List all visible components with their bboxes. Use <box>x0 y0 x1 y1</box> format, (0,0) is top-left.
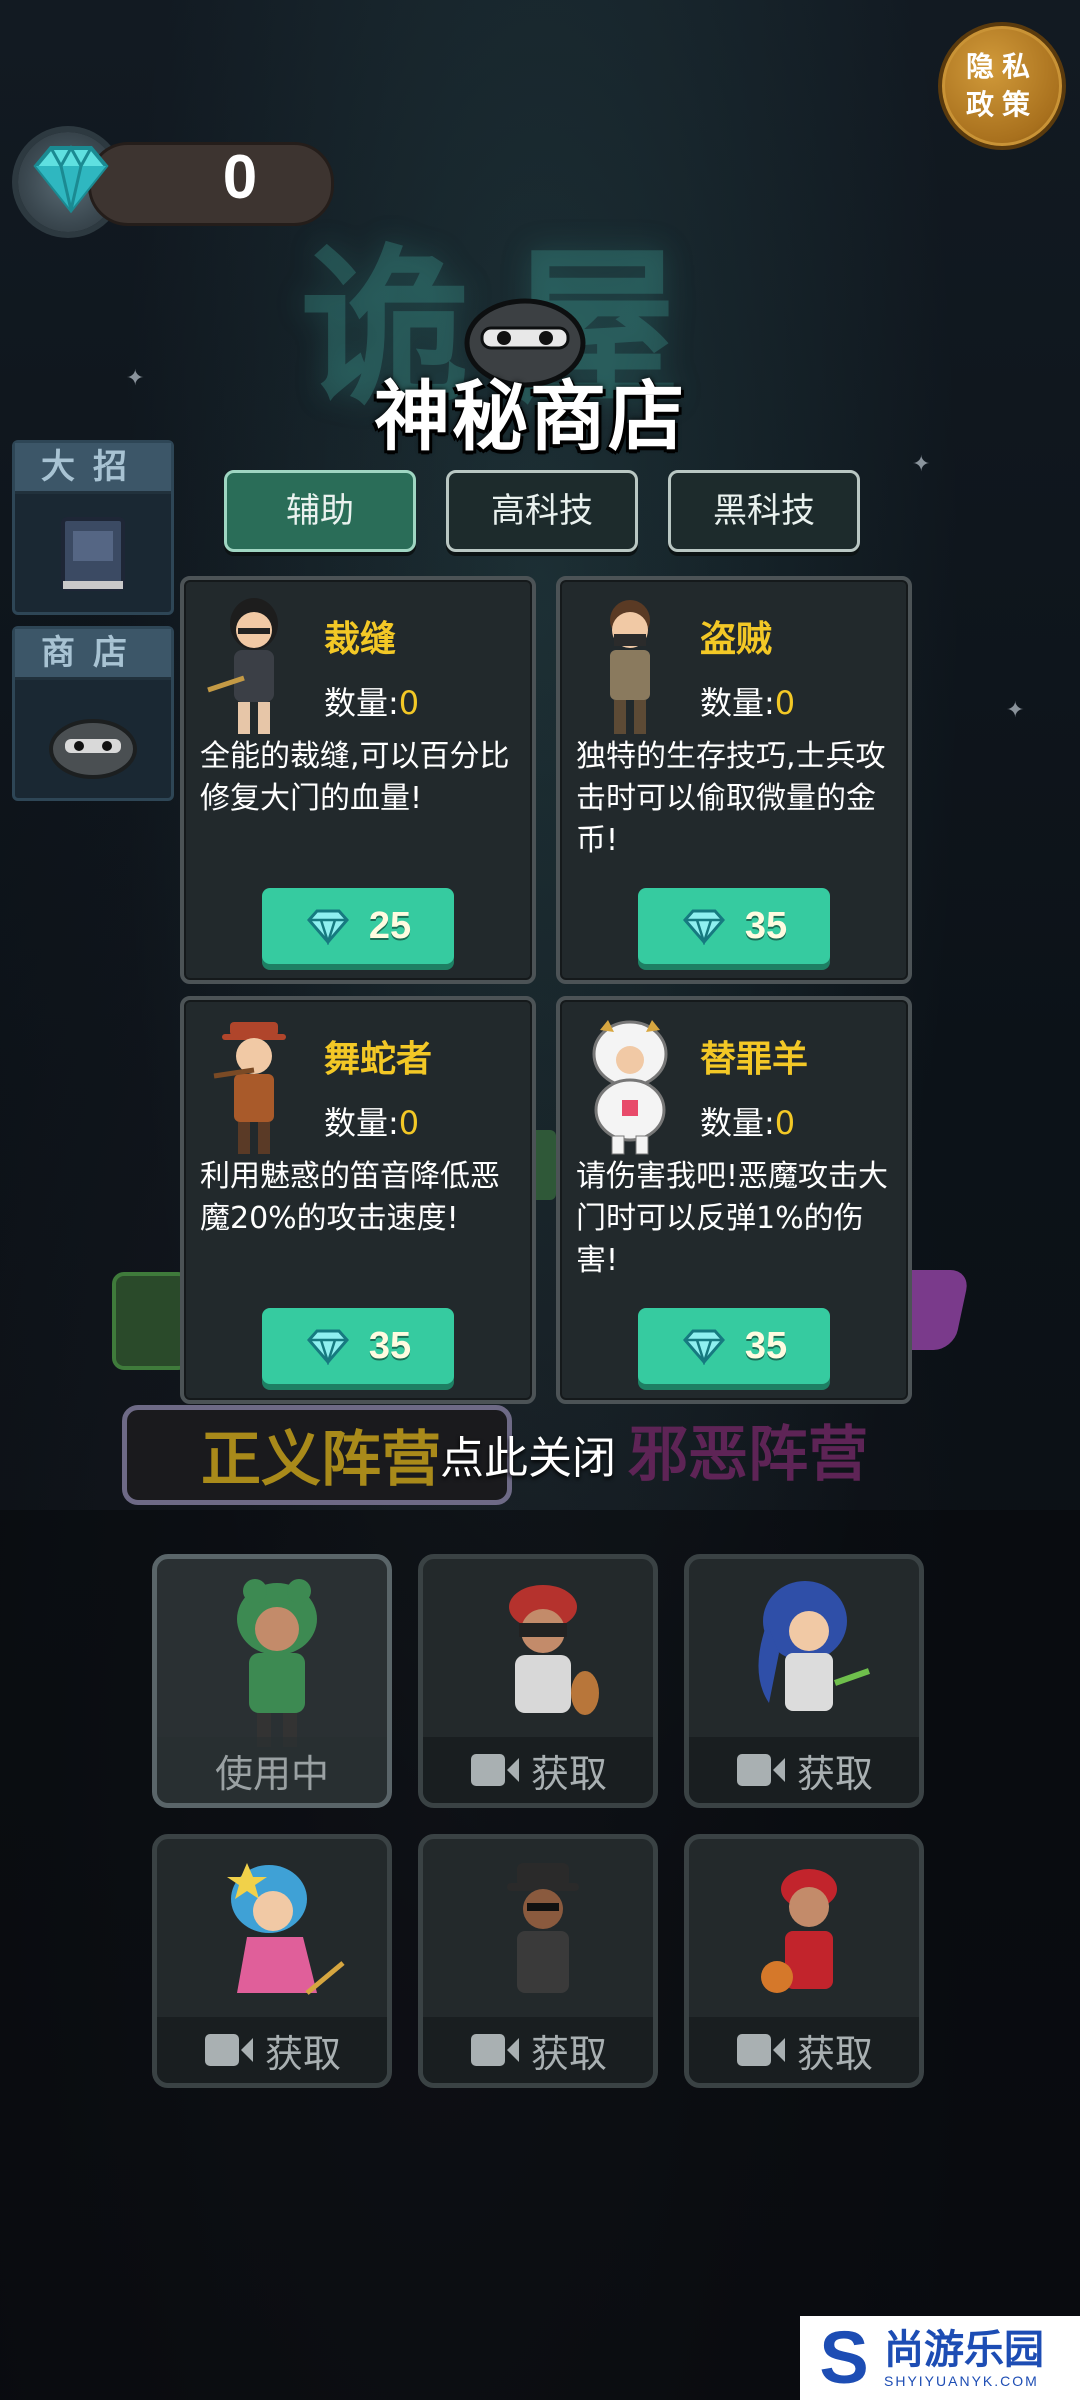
item-description: 利用魅惑的笛音降低恶魔20%的攻击速度! <box>200 1159 500 1236</box>
diamond-icon <box>682 909 725 945</box>
star-icon: ✦ <box>912 452 931 477</box>
video-icon <box>204 2034 253 2066</box>
basketball-player-character-icon <box>761 1869 837 1993</box>
diamond-icon <box>682 1329 725 1365</box>
game-screen: 诡屋 ✦ ✦ ✦ 0 隐私 政策 大招 商店 <box>0 0 1080 2400</box>
item-price: 25 <box>368 904 412 947</box>
video-icon <box>736 1754 785 1786</box>
item-description: 全能的裁缝,可以百分比修复大门的血量! <box>200 739 510 816</box>
shop-title: 神秘商店 <box>374 372 686 461</box>
watermark-domain: SHYIYUANYK.COM <box>884 2373 1039 2389</box>
item-name: 替罪羊 <box>700 1039 809 1080</box>
diamond-counter: 0 <box>18 132 334 232</box>
buy-button[interactable]: 35 <box>262 1308 454 1384</box>
frog-hood-character-icon <box>237 1579 317 1747</box>
item-name: 舞蛇者 <box>324 1039 433 1080</box>
item-description: 独特的生存技巧,士兵攻击时可以偷取微量的金币! <box>576 739 886 858</box>
faction-evil-button[interactable]: 邪恶阵营 <box>628 1405 928 1505</box>
shop-item-card: 替罪羊 数量:0 请伤害我吧!恶魔攻击大门时可以反弹1%的伤害! 35 <box>556 996 912 1404</box>
item-name: 裁缝 <box>324 619 397 660</box>
star-icon: ✦ <box>126 366 145 391</box>
buy-button[interactable]: 35 <box>638 888 830 964</box>
side-menu-ultimate[interactable]: 大招 <box>12 440 174 615</box>
tailor-portrait-icon <box>207 598 278 734</box>
side-menu-label: 商店 <box>15 629 171 680</box>
snake-charmer-portrait-icon <box>213 1022 286 1154</box>
skin-card[interactable]: 获取 <box>684 1554 924 1808</box>
gentleman-character-icon <box>507 1863 579 1993</box>
diamond-icon <box>306 909 349 945</box>
privacy-label-line2: 政策 <box>965 88 1038 121</box>
skin-get-button[interactable]: 获取 <box>157 2017 387 2083</box>
privacy-label-line1: 隐私 <box>965 50 1038 83</box>
skin-status: 使用中 <box>157 1737 387 1803</box>
shop-item-card: 裁缝 数量:0 全能的裁缝,可以百分比修复大门的血量! 25 <box>180 576 536 984</box>
item-quantity: 数量:0 <box>700 684 796 722</box>
diamond-count: 0 <box>222 143 258 212</box>
side-menu-shop[interactable]: 商店 <box>12 626 174 801</box>
side-menu-label: 大招 <box>15 443 171 494</box>
star-icon: ✦ <box>1006 698 1025 723</box>
skin-get-button[interactable]: 获取 <box>689 1737 919 1803</box>
item-name: 盗贼 <box>700 619 773 660</box>
privacy-policy-button[interactable]: 隐私 政策 <box>938 22 1066 150</box>
scapegoat-portrait-icon <box>592 1020 668 1155</box>
skin-card[interactable]: 获取 <box>418 1554 658 1808</box>
book-icon <box>15 494 171 612</box>
item-description: 请伤害我吧!恶魔攻击大门时可以反弹1%的伤害! <box>576 1159 889 1278</box>
diamond-icon <box>33 144 109 214</box>
video-icon <box>470 2034 519 2066</box>
close-hint[interactable]: 点此关闭 <box>440 1422 616 1486</box>
tab-high-tech[interactable]: 高科技 <box>446 470 638 552</box>
diamond-icon <box>306 1329 349 1365</box>
skin-get-button[interactable]: 获取 <box>423 2017 653 2083</box>
santa-bandit-character-icon <box>509 1585 599 1715</box>
watermark: S 尚游乐园 SHYIYUANYK.COM <box>800 2316 1080 2400</box>
watermark-logo-icon: S <box>819 2316 869 2399</box>
skin-card[interactable]: 使用中 <box>152 1554 392 1808</box>
star-girl-character-icon <box>227 1863 345 1995</box>
blue-hair-character-icon <box>758 1581 870 1711</box>
item-price: 35 <box>368 1324 412 1367</box>
video-icon <box>470 1754 519 1786</box>
skin-card[interactable]: 获取 <box>418 1834 658 2088</box>
shop-item-card: 盗贼 数量:0 独特的生存技巧,士兵攻击时可以偷取微量的金币! 35 <box>556 576 912 984</box>
skin-get-button[interactable]: 获取 <box>423 1737 653 1803</box>
tab-black-tech[interactable]: 黑科技 <box>668 470 860 552</box>
background-button-left <box>112 1272 190 1370</box>
item-quantity: 数量:0 <box>324 684 420 722</box>
skin-get-button[interactable]: 获取 <box>689 2017 919 2083</box>
item-quantity: 数量:0 <box>324 1104 420 1142</box>
item-price: 35 <box>744 904 788 947</box>
item-price: 35 <box>744 1324 788 1367</box>
watermark-name: 尚游乐园 <box>884 2327 1044 2373</box>
buy-button[interactable]: 35 <box>638 1308 830 1384</box>
mascot-icon <box>15 680 171 798</box>
video-icon <box>736 2034 785 2066</box>
tab-assist[interactable]: 辅助 <box>224 470 416 552</box>
skin-card[interactable]: 获取 <box>152 1834 392 2088</box>
item-quantity: 数量:0 <box>700 1104 796 1142</box>
thief-portrait-icon <box>610 600 650 734</box>
shop-item-card: 舞蛇者 数量:0 利用魅惑的笛音降低恶魔20%的攻击速度! 35 <box>180 996 536 1404</box>
buy-button[interactable]: 25 <box>262 888 454 964</box>
skin-card[interactable]: 获取 <box>684 1834 924 2088</box>
